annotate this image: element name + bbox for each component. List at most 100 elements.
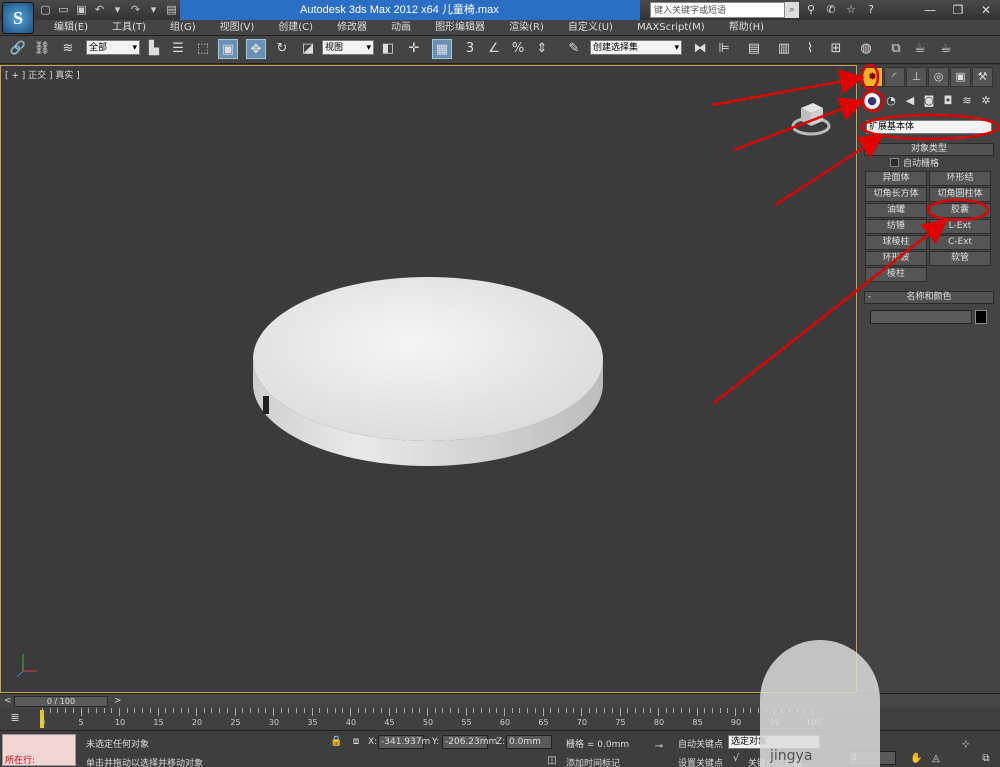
align-icon[interactable]: ⊫ [714, 39, 734, 59]
menu-modifiers[interactable]: 修改器 [325, 20, 379, 35]
redo-icon[interactable]: ↷ [128, 2, 143, 17]
pan-hand-icon[interactable]: ✋ [910, 753, 922, 765]
shapes-category-icon[interactable]: ◔ [883, 93, 899, 109]
open-mini-curve-editor-icon[interactable]: ≣ [6, 711, 24, 727]
torus-knot-button[interactable]: 环形结 [929, 171, 991, 186]
space-warps-category-icon[interactable]: ≋ [959, 93, 975, 109]
select-by-name-icon[interactable]: ☰ [168, 39, 188, 59]
ringwave-button[interactable]: 环形波 [865, 251, 927, 266]
keyboard-shortcut-override-icon[interactable]: ▦ [432, 39, 452, 59]
set-key-button[interactable]: 设置关键点 [678, 756, 723, 767]
absolute-mode-transform-icon[interactable]: ⧈ [350, 736, 362, 748]
add-time-tag-button[interactable]: 添加时间标记 [566, 756, 620, 767]
new-file-icon[interactable]: ▢ [38, 2, 53, 17]
select-and-rotate-icon[interactable]: ↻ [272, 39, 292, 59]
pivot-point-center-icon[interactable]: ◧ [378, 39, 398, 59]
field-of-view-icon[interactable]: ◬ [930, 753, 942, 765]
perspective-viewport[interactable]: [ + ] 正交 ] 真实 ] [0, 65, 857, 693]
hierarchy-tab-icon[interactable]: ⊥ [906, 67, 927, 87]
lights-category-icon[interactable]: ◀ [902, 93, 918, 109]
cameras-category-icon[interactable]: ◙ [921, 93, 937, 109]
name-and-color-rollout[interactable]: - 名称和颜色 [864, 291, 994, 304]
named-selection-sets-dropdown[interactable]: 创建选择集 [590, 40, 682, 55]
selection-lock-icon[interactable]: 🔒 [330, 736, 342, 748]
disc-object[interactable] [1, 66, 858, 694]
selection-filter-dropdown[interactable]: 全部 [86, 40, 140, 55]
maximize-viewport-icon[interactable]: ⧉ [980, 753, 992, 765]
spindle-button[interactable]: 纺锤 [865, 219, 927, 234]
autogrid-checkbox[interactable] [890, 158, 899, 167]
maxscript-listener[interactable]: 所在行: [2, 734, 76, 766]
modify-tab-icon[interactable]: ◜ [884, 67, 905, 87]
unlink-selection-icon[interactable]: ⛓ [32, 39, 52, 59]
hose-button[interactable]: 软管 [929, 251, 991, 266]
bind-space-warp-icon[interactable]: ≋ [58, 39, 78, 59]
y-coordinate-field[interactable]: -206.23mm [442, 735, 497, 749]
autogrid-option[interactable]: 自动栅格 [890, 156, 939, 169]
object-name-input[interactable] [870, 310, 972, 324]
open-file-icon[interactable]: ▭ [56, 2, 71, 17]
motion-tab-icon[interactable]: ◎ [928, 67, 949, 87]
menu-edit[interactable]: 编辑(E) [42, 20, 100, 35]
render-setup-icon[interactable]: ⧉ [886, 39, 906, 59]
select-and-scale-icon[interactable]: ◪ [298, 39, 318, 59]
time-tag-icon[interactable]: ◫ [546, 755, 558, 767]
layer-manager-icon[interactable]: ▤ [744, 39, 764, 59]
select-and-move-icon[interactable]: ✥ [246, 39, 266, 59]
capsule-button[interactable]: 胶囊 [929, 203, 991, 218]
menu-maxscript[interactable]: MAXScript(M) [625, 20, 717, 35]
menu-help[interactable]: 帮助(H) [717, 20, 776, 35]
menu-tools[interactable]: 工具(T) [100, 20, 158, 35]
set-key-mode-icon[interactable]: ⊸ [648, 741, 670, 753]
menu-views[interactable]: 视图(V) [208, 20, 267, 35]
angle-snap-icon[interactable]: ∠ [484, 39, 504, 59]
mirror-icon[interactable]: ⧓ [690, 39, 710, 59]
systems-category-icon[interactable]: ✲ [978, 93, 994, 109]
auto-key-button[interactable]: 自动关键点 [678, 737, 723, 750]
subscription-icon[interactable]: ⚲ [803, 2, 819, 18]
utilities-tab-icon[interactable]: ⚒ [972, 67, 993, 87]
helpers-category-icon[interactable]: ◘ [940, 93, 956, 109]
curve-editor-icon[interactable]: ⌇ [800, 39, 820, 59]
prism-button[interactable]: 棱柱 [865, 267, 927, 282]
help-question-icon[interactable]: ? [863, 2, 879, 18]
edit-named-selection-icon[interactable]: ✎ [564, 39, 584, 59]
menu-create[interactable]: 创建(C) [266, 20, 325, 35]
geometry-category-icon[interactable]: ● [864, 93, 880, 109]
save-file-icon[interactable]: ▣ [74, 2, 89, 17]
z-coordinate-field[interactable]: 0.0mm [506, 735, 552, 749]
time-slider-prev[interactable]: < [4, 694, 12, 709]
graphite-modeling-icon[interactable]: ▥ [774, 39, 794, 59]
menu-animation[interactable]: 动画 [379, 20, 423, 35]
time-slider[interactable]: 0 / 100 [14, 696, 108, 707]
minimize-button[interactable]: — [916, 0, 944, 20]
rendered-frame-window-icon[interactable]: ☕ [910, 39, 930, 59]
search-binoculars-icon[interactable]: ⌕ [785, 2, 799, 18]
oil-tank-button[interactable]: 油罐 [865, 203, 927, 218]
help-search-input[interactable]: 键入关键字或短语 [650, 2, 785, 18]
menu-customize[interactable]: 自定义(U) [556, 20, 625, 35]
spinner-snap-icon[interactable]: ⇕ [532, 39, 552, 59]
zoom-extents-all-icon[interactable]: ⊹ [960, 739, 972, 751]
dropdown-arrow-icon[interactable]: ▾ [146, 2, 161, 17]
chamfer-box-button[interactable]: 切角长方体 [865, 187, 927, 202]
rectangular-selection-icon[interactable]: ⬚ [193, 39, 213, 59]
object-color-swatch[interactable] [975, 310, 987, 324]
gengon-button[interactable]: 球棱柱 [865, 235, 927, 250]
snaps-toggle-icon[interactable]: 3 [460, 39, 480, 59]
primitive-category-dropdown[interactable]: 扩展基本体 [866, 120, 992, 134]
create-tab-icon[interactable]: ✹ [862, 67, 883, 87]
dropdown-arrow-icon[interactable]: ▾ [110, 2, 125, 17]
menu-rendering[interactable]: 渲染(R) [497, 20, 556, 35]
close-button[interactable]: ✕ [972, 0, 1000, 20]
communication-center-icon[interactable]: ✆ [823, 2, 839, 18]
favorites-star-icon[interactable]: ☆ [843, 2, 859, 18]
select-and-manipulate-icon[interactable]: ✛ [404, 39, 424, 59]
window-crossing-icon[interactable]: ▣ [218, 39, 238, 59]
reference-coordinate-dropdown[interactable]: 视图 [322, 40, 374, 55]
c-ext-button[interactable]: C-Ext [929, 235, 991, 250]
app-logo-button[interactable]: S [2, 2, 34, 34]
project-folder-icon[interactable]: ▤ [164, 2, 179, 17]
x-coordinate-field[interactable]: -341.937m [378, 735, 430, 749]
menu-graph-editors[interactable]: 图形编辑器 [423, 20, 497, 35]
